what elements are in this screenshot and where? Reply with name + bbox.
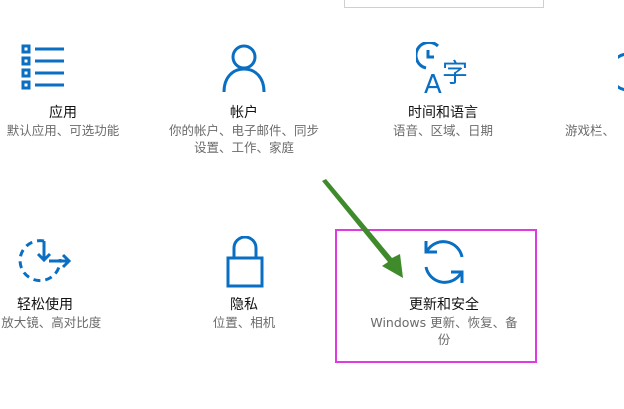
tile-gaming[interactable]: 游戏栏、	[560, 40, 624, 150]
tile-title: 时间和语言	[408, 105, 478, 121]
tile-title: 更新和安全	[409, 297, 479, 313]
tile-description: 默认应用、可选功能	[6, 123, 120, 138]
tile-description-line2: 设置、工作、家庭	[193, 140, 294, 155]
update-sync-icon	[418, 236, 470, 288]
tile-privacy[interactable]: 隐私 位置、相机	[159, 232, 329, 342]
tile-accounts[interactable]: 帐户 你的帐户、电子邮件、同步 设置、工作、家庭	[159, 40, 329, 160]
tile-update-security[interactable]: 更新和安全 Windows 更新、恢复、备 份	[359, 232, 529, 352]
search-box[interactable]	[344, 0, 544, 8]
list-icon	[20, 42, 68, 90]
tile-time-language[interactable]: A 字 时间和语言 语音、区域、日期	[358, 40, 528, 150]
tile-ease-of-access[interactable]: 轻松使用 、放大镜、高对比度	[0, 232, 130, 342]
tile-apps[interactable]: 应用 默认应用、可选功能	[0, 40, 148, 150]
tile-description: 位置、相机	[212, 315, 276, 330]
time-icon-letter: A	[424, 70, 442, 94]
tile-title: 隐私	[230, 297, 258, 313]
tile-description-line2: 份	[437, 332, 451, 347]
tile-description: 语音、区域、日期	[392, 123, 493, 138]
person-icon	[220, 42, 268, 92]
time-language-icon: A 字	[416, 42, 472, 94]
tile-title: 应用	[49, 105, 77, 121]
gaming-icon	[618, 52, 624, 92]
tile-title: 轻松使用	[17, 297, 73, 313]
tile-description: 、放大镜、高对比度	[0, 315, 102, 330]
tile-description: 游戏栏、	[565, 123, 616, 138]
ease-of-access-icon	[17, 238, 73, 286]
tile-title: 帐户	[230, 105, 258, 121]
time-icon-char: 字	[442, 59, 468, 89]
lock-icon	[226, 236, 264, 288]
